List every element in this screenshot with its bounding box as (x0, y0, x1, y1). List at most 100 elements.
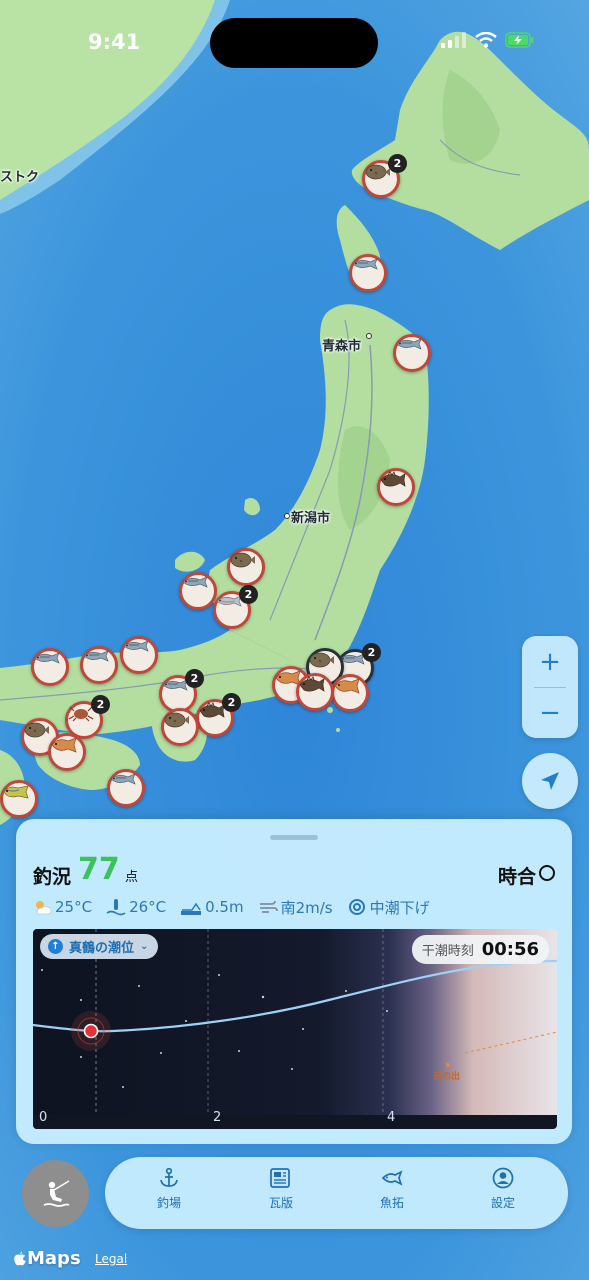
wifi-icon (475, 32, 497, 48)
cellular-signal-icon (441, 32, 466, 48)
spot-count-badge: 2 (239, 585, 258, 604)
mackerel-fish-icon (396, 338, 422, 350)
crab-fish-icon (68, 706, 94, 722)
tide-phase-value: 中潮下げ (369, 898, 430, 917)
porgy-fish-icon (334, 678, 360, 694)
air-temp-value: 25°C (55, 898, 93, 916)
tide-station-selector[interactable]: ↑ 真鶴の潮位 ⌄ (40, 934, 159, 959)
fishing-person-icon (43, 1179, 69, 1207)
fishing-spot-pin[interactable] (179, 572, 217, 610)
tab-spots[interactable]: 釣場 (129, 1167, 209, 1211)
condition-score: 77 (78, 852, 120, 887)
condition-unit: 点 (125, 870, 139, 885)
tab-settings-label: 設定 (490, 1196, 515, 1210)
tide-swirl-icon (348, 899, 365, 915)
profile-icon (492, 1167, 514, 1189)
battery-charging-icon (505, 32, 534, 48)
x-tick-0: 0 (39, 1110, 48, 1125)
mackerel-fish-icon (83, 650, 109, 662)
flatfish-fish-icon (309, 652, 334, 668)
weather-air-temp: 25°C (32, 898, 92, 916)
zoom-controls: + − (522, 636, 578, 738)
x-tick-4: 4 (387, 1110, 396, 1125)
fishing-spot-pin[interactable] (349, 254, 387, 292)
jiai-circle-icon (539, 865, 555, 881)
sheet-grabber[interactable] (270, 835, 318, 840)
legal-link[interactable]: Legal (95, 1252, 127, 1266)
flatfish-fish-icon (230, 552, 255, 568)
fishing-spot-pin[interactable]: 2 (362, 154, 407, 198)
fishing-spot-pin[interactable] (80, 646, 118, 684)
weather-tide: 中潮下げ (347, 897, 430, 918)
flatfish-fish-icon (365, 164, 390, 180)
apple-logo-icon (14, 1251, 26, 1265)
zoom-out-button[interactable]: − (522, 687, 578, 738)
x-tick-2: 2 (213, 1110, 222, 1125)
mackerel-fish-icon (34, 652, 60, 664)
spot-count-badge: 2 (388, 154, 407, 173)
weather-row: 25°C 26°C 0.5m 南2m/s 中潮下げ (32, 896, 444, 918)
newspaper-icon (270, 1168, 290, 1188)
tide-time-badge: 干潮時刻 00:56 (411, 935, 549, 964)
tide-time-label: 干潮時刻 (421, 944, 474, 959)
fishing-spot-pin[interactable]: 2 (213, 585, 258, 629)
weather-water-temp: 26°C (106, 898, 166, 916)
tab-news[interactable]: 瓦版 (241, 1167, 321, 1211)
dorado-fish-icon (3, 785, 29, 799)
city-dot-niigata (284, 513, 290, 519)
chevron-down-icon: ⌄ (140, 941, 149, 952)
tab-settings[interactable]: 設定 (463, 1167, 543, 1211)
current-location-button[interactable] (522, 753, 578, 809)
wind-value: 南2m/s (280, 898, 333, 917)
weather-wave-height: 0.5m (180, 898, 244, 916)
sunrise-label: 日の出 (433, 1072, 461, 1082)
tide-chart[interactable]: ↑ 真鶴の潮位 ⌄ 干潮時刻 00:56 日の出 0 2 4 (33, 929, 557, 1129)
porgy-fish-icon (51, 737, 77, 753)
tab-bar: 釣場 瓦版 魚拓 設定 (105, 1157, 568, 1229)
angler-mode-button[interactable] (22, 1160, 89, 1227)
tab-gyotaku[interactable]: 魚拓 (352, 1167, 432, 1211)
weather-wind: 南2m/s (258, 897, 333, 918)
jiai-label: 時合 (497, 866, 536, 888)
anchor-icon (160, 1167, 178, 1187)
status-time: 9:41 (88, 30, 141, 54)
rockfish-fish-icon (380, 471, 406, 487)
map-label-vladivostok: ストク (0, 170, 40, 185)
location-arrow-icon (541, 772, 559, 790)
wave-height-icon (181, 902, 202, 915)
spot-count-badge: 2 (222, 693, 241, 712)
rockfish-fish-icon (299, 676, 325, 692)
zoom-in-button[interactable]: + (522, 636, 578, 687)
wave-height-value: 0.5m (205, 898, 244, 916)
fishing-spot-pin[interactable] (227, 548, 265, 586)
fishing-spot-pin[interactable] (0, 780, 38, 818)
mackerel-fish-icon (352, 258, 378, 270)
fish-icon (381, 1170, 403, 1186)
spot-info-sheet[interactable]: 釣況 77 点 時合 25°C 26°C 0.5m 南2m/s 中潮下げ ↑ 真… (16, 819, 572, 1144)
fishing-spot-pin[interactable] (48, 733, 86, 771)
water-temp-icon (106, 899, 126, 916)
fishing-spot-pin[interactable] (393, 334, 431, 372)
spot-count-badge: 2 (362, 643, 381, 662)
tab-gyotaku-label: 魚拓 (379, 1196, 404, 1210)
city-dot-aomori (366, 333, 372, 339)
partly-sunny-icon (36, 901, 52, 915)
station-name: 真鶴の潮位 (69, 941, 135, 956)
fishing-spot-pin[interactable] (331, 674, 369, 712)
apple-maps-logo: Maps (13, 1248, 81, 1269)
spot-count-badge: 2 (91, 695, 110, 714)
tide-time-value: 00:56 (481, 939, 539, 960)
tab-spots-label: 釣場 (156, 1196, 181, 1210)
fishing-spot-pin[interactable] (296, 673, 334, 711)
fishing-spot-pin[interactable]: 2 (196, 693, 241, 737)
fishing-spot-pin[interactable] (120, 636, 158, 674)
maps-label: Maps (27, 1248, 81, 1269)
arrow-up-icon: ↑ (48, 939, 63, 954)
tab-news-label: 瓦版 (268, 1196, 293, 1210)
fishing-spot-pin[interactable] (161, 708, 199, 746)
status-icons (441, 32, 535, 48)
fishing-spot-pin[interactable] (31, 648, 69, 686)
spot-count-badge: 2 (185, 669, 204, 688)
fishing-spot-pin[interactable] (107, 769, 145, 807)
fishing-spot-pin[interactable] (377, 468, 415, 506)
